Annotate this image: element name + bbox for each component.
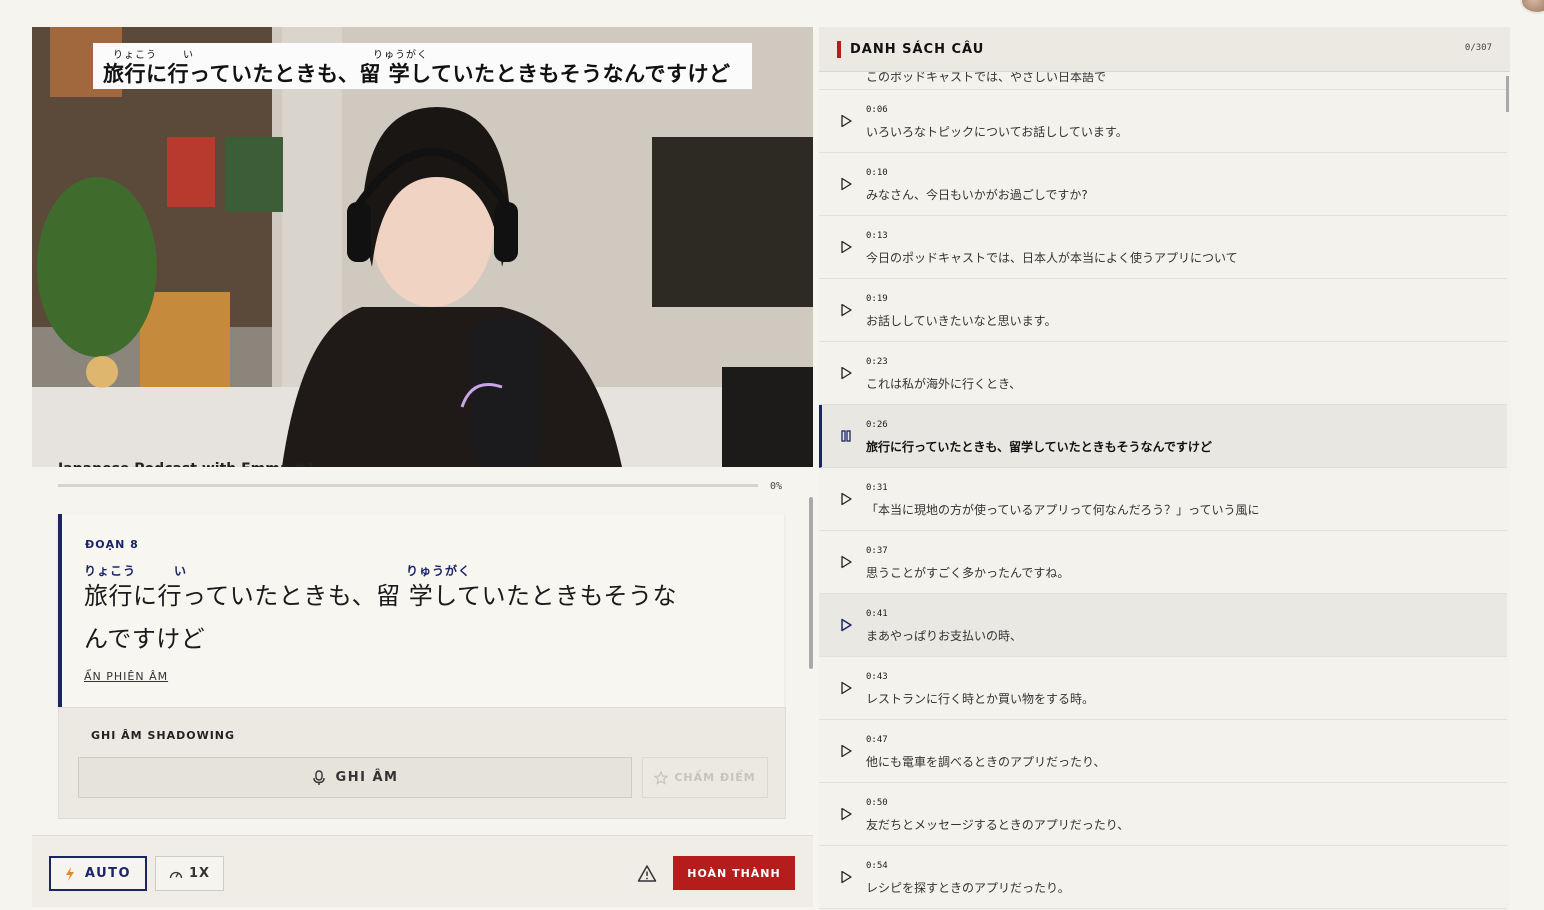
- sentence-text: これは私が海外に行くとき、: [866, 377, 1022, 391]
- complete-button[interactable]: HOÀN THÀNH: [673, 856, 795, 890]
- speedometer-icon: [169, 871, 183, 878]
- sentence-time: 0:47: [866, 735, 888, 745]
- play-icon[interactable]: [839, 618, 853, 632]
- sentence-row[interactable]: 0:19 お話ししていきたいなと思います。: [819, 279, 1507, 342]
- segment-text-line-1: 旅行に行っていたときも、留 学していたときもそうな: [84, 582, 678, 610]
- play-icon[interactable]: [839, 870, 853, 884]
- sentence-time: 0:43: [866, 672, 888, 682]
- sentence-text: 旅行に行っていたときも、留学していたときもそうなんですけど: [866, 440, 1212, 454]
- recording-label: GHI ÂM SHADOWING: [91, 729, 236, 742]
- sentence-time: 0:23: [866, 357, 888, 367]
- sentence-row[interactable]: 0:06 いろいろなトピックについてお話ししています。: [819, 90, 1507, 153]
- video-title: Japanese Podcast with Emma #1: [58, 461, 316, 467]
- sentence-row[interactable]: 0:31 「本当に現地の方が使っているアプリって何なんだろう？」っていう風に: [819, 468, 1507, 531]
- sentence-count: 0/307: [1464, 43, 1492, 53]
- sentence-text: 他にも電車を調べるときのアプリだったり、: [866, 755, 1106, 769]
- sentence-time: 0:10: [866, 168, 888, 178]
- control-bar: AUTO 1X HOÀN THÀNH: [32, 835, 813, 907]
- auto-button[interactable]: AUTO: [49, 856, 147, 891]
- subtitle-ruby: りょこう い りゅうがく: [103, 46, 742, 61]
- play-icon[interactable]: [839, 555, 853, 569]
- sentence-time: 0:19: [866, 294, 888, 304]
- sentence-time: 0:37: [866, 546, 888, 556]
- speed-button-label: 1X: [188, 866, 211, 881]
- sentence-time: 0:13: [866, 231, 888, 241]
- sentence-time: 0:54: [866, 861, 888, 871]
- sentence-text: 今日のポッドキャストでは、日本人が本当によく使うアプリについて: [866, 251, 1238, 265]
- record-button-label: GHI ÂM: [335, 770, 399, 785]
- subtitle-ruby-2: い: [183, 50, 194, 61]
- segment-card: ĐOẠN 8 りょこう い りゅうがく 旅行に行っていたときも、留 学していたと…: [58, 514, 784, 707]
- record-button[interactable]: GHI ÂM: [78, 757, 632, 798]
- video-subtitle: りょこう い りゅうがく 旅行に行っていたときも、留 学していたときもそうなんで…: [93, 43, 752, 89]
- sentence-list: このポッドキャストでは、やさしい日本語で 0:06 いろいろなトピックについてお…: [819, 37, 1507, 909]
- sentence-text: みなさん、今日もいかがお過ごしですか?: [866, 188, 1088, 202]
- sentence-list-pane: このポッドキャストでは、やさしい日本語で 0:06 いろいろなトピックについてお…: [819, 27, 1510, 910]
- sentence-list-scrollbar[interactable]: [1506, 76, 1509, 112]
- sentence-text: レストランに行く時とか買い物をする時。: [866, 692, 1095, 706]
- score-button-label: CHẤM ĐIỂM: [674, 771, 756, 784]
- sentence-row[interactable]: 0:54 レシピを探すときのアプリだったり。: [819, 846, 1507, 909]
- speed-button[interactable]: 1X: [155, 856, 224, 891]
- sentence-row[interactable]: 0:37 思うことがすごく多かったんですね。: [819, 531, 1507, 594]
- play-icon[interactable]: [839, 681, 853, 695]
- sentence-text: 友だちとメッセージするときのアプリだったり、: [866, 818, 1130, 832]
- play-icon[interactable]: [839, 807, 853, 821]
- sentence-row[interactable]: 0:43 レストランに行く時とか買い物をする時。: [819, 657, 1507, 720]
- sentence-list-title: DANH SÁCH CÂU: [850, 42, 985, 57]
- play-icon[interactable]: [839, 177, 853, 191]
- sentence-text: 「本当に現地の方が使っているアプリって何なんだろう？」っていう風に: [866, 503, 1260, 517]
- sentence-time: 0:50: [866, 798, 888, 808]
- segment-label: ĐOẠN 8: [85, 538, 139, 551]
- progress-bar[interactable]: [58, 484, 758, 487]
- sentence-time: 0:26: [866, 420, 888, 430]
- header-accent-bar: [837, 41, 841, 58]
- sentence-text: いろいろなトピックについてお話ししています。: [866, 125, 1128, 139]
- play-icon[interactable]: [839, 366, 853, 380]
- lightning-icon: [65, 866, 74, 881]
- sentence-row-active[interactable]: 0:26 旅行に行っていたときも、留学していたときもそうなんですけど: [819, 405, 1507, 468]
- sentence-time: 0:31: [866, 483, 888, 493]
- recording-card: GHI ÂM SHADOWING GHI ÂM CHẤM ĐIỂM: [58, 707, 786, 819]
- scrollbar[interactable]: [809, 497, 813, 669]
- sentence-time: 0:06: [866, 105, 888, 115]
- warning-icon[interactable]: [637, 864, 657, 884]
- microphone-icon: [312, 769, 325, 785]
- segment-text-line-2: んですけど: [84, 625, 206, 653]
- video-frame: [32, 27, 813, 467]
- sentence-row[interactable]: 0:41 まあやっぱりお支払いの時、: [819, 594, 1507, 657]
- play-icon[interactable]: [839, 240, 853, 254]
- sentence-row[interactable]: 0:13 今日のポッドキャストでは、日本人が本当によく使うアプリについて: [819, 216, 1507, 279]
- play-icon[interactable]: [839, 744, 853, 758]
- pause-icon[interactable]: [839, 429, 853, 443]
- sentence-row[interactable]: 0:10 みなさん、今日もいかがお過ごしですか?: [819, 153, 1507, 216]
- sentence-row[interactable]: 0:47 他にも電車を調べるときのアプリだったり、: [819, 720, 1507, 783]
- sentence-text: お話ししていきたいなと思います。: [866, 314, 1057, 328]
- play-icon[interactable]: [839, 303, 853, 317]
- subtitle-text: 旅行に行っていたときも、留 学していたときもそうなんですけど: [103, 62, 731, 86]
- player-pane: りょこう い りゅうがく 旅行に行っていたときも、留 学していたときもそうなんで…: [32, 27, 813, 907]
- auto-button-label: AUTO: [84, 866, 132, 881]
- hide-phonetic-link[interactable]: ẨN PHIÊN ÂM: [84, 670, 168, 683]
- video-player[interactable]: りょこう い りゅうがく 旅行に行っていたときも、留 学していたときもそうなんで…: [32, 27, 813, 467]
- subtitle-ruby-1: りょこう: [113, 50, 157, 61]
- progress-percent: 0%: [770, 481, 783, 492]
- score-button[interactable]: CHẤM ĐIỂM: [642, 757, 768, 798]
- star-icon: [654, 770, 669, 785]
- sentence-text: レシピを探すときのアプリだったり。: [866, 881, 1070, 895]
- sentence-row[interactable]: 0:23 これは私が海外に行くとき、: [819, 342, 1507, 405]
- play-icon[interactable]: [839, 114, 853, 128]
- sentence-time: 0:41: [866, 609, 888, 619]
- sentence-text: まあやっぱりお支払いの時、: [866, 629, 1023, 643]
- play-icon[interactable]: [839, 492, 853, 506]
- segment-ruby: りょこう い りゅうがく: [84, 562, 764, 578]
- subtitle-ruby-3: りゅうがく: [373, 50, 428, 61]
- sentence-row[interactable]: 0:50 友だちとメッセージするときのアプリだったり、: [819, 783, 1507, 846]
- user-avatar[interactable]: [1520, 0, 1544, 14]
- sentence-text: 思うことがすごく多かったんですね。: [866, 566, 1070, 580]
- sentence-list-header: DANH SÁCH CÂU 0/307: [819, 27, 1510, 72]
